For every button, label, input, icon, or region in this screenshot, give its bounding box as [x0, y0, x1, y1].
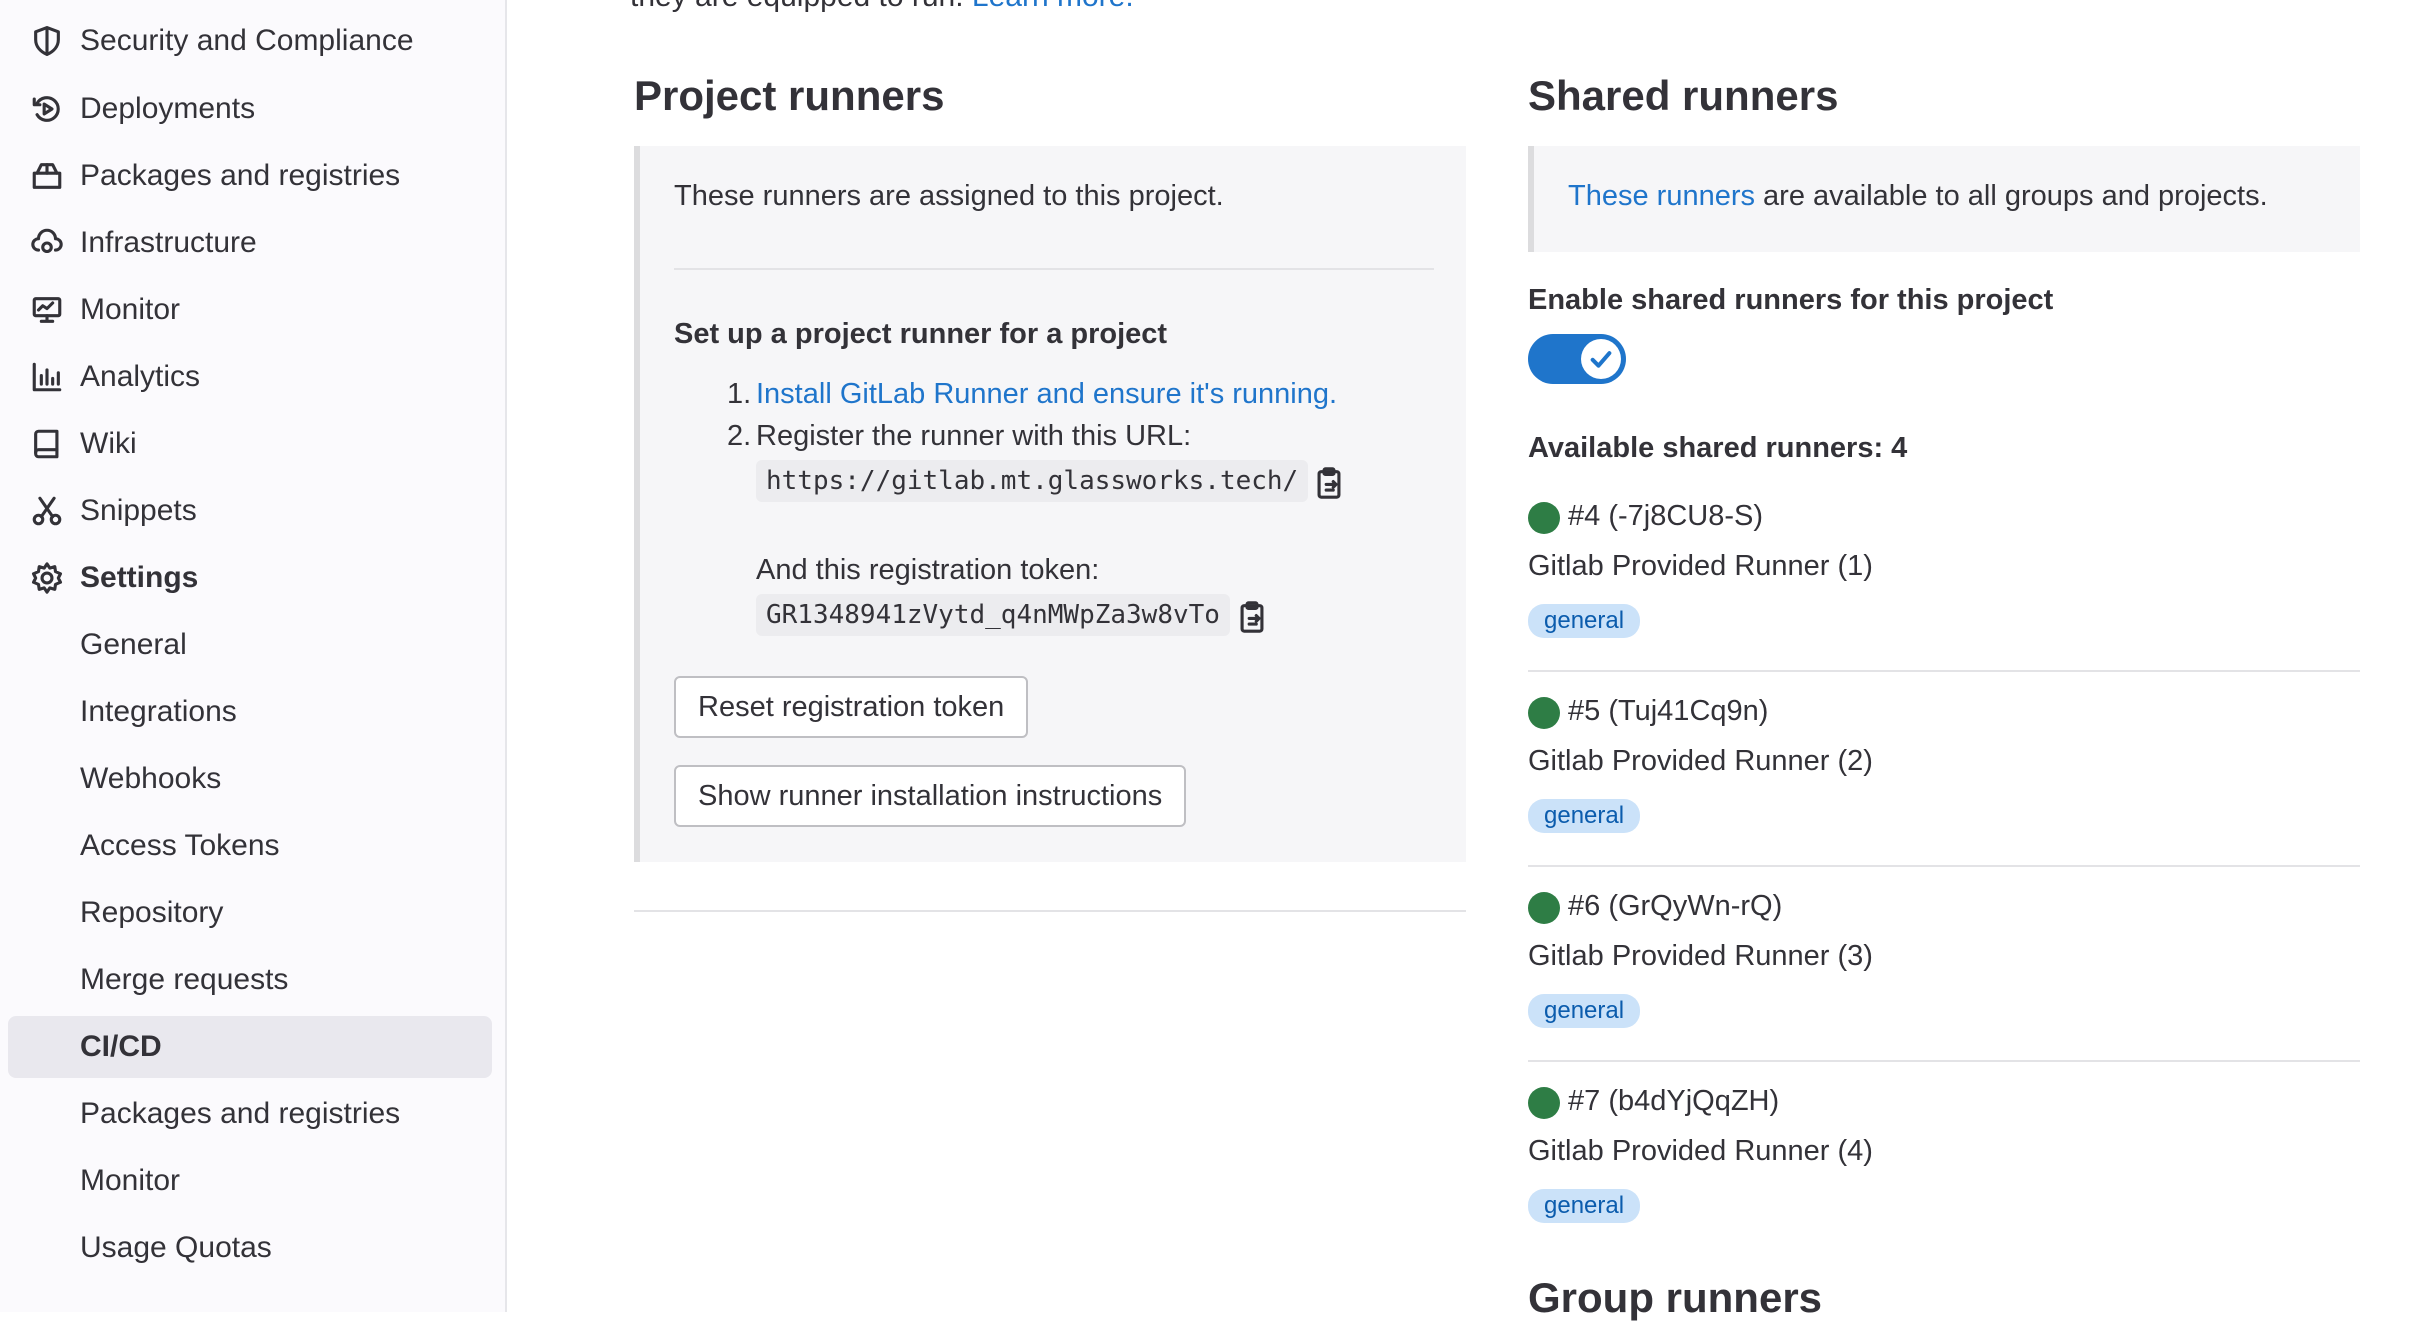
group-runners-title: Group runners [1528, 1274, 1823, 1321]
check-icon [1590, 351, 1612, 368]
runner-item: #5 (Tuj41Cq9n) Gitlab Provided Runner (2… [1528, 695, 2360, 865]
online-status-dot [1528, 1087, 1560, 1119]
section-divider [634, 910, 1466, 912]
shield-icon [30, 24, 64, 58]
step-number: 2. [727, 420, 752, 452]
step-number: 1. [727, 378, 752, 410]
sidebar-item-label: Snippets [80, 494, 197, 527]
sidebar-item-label: Packages and registries [80, 159, 401, 192]
copy-token-icon[interactable] [1237, 600, 1267, 634]
book-icon [30, 427, 64, 461]
online-status-dot [1528, 892, 1560, 924]
toggle-knob [1581, 339, 1621, 379]
sidebar-subitem-merge-requests[interactable]: Merge requests [8, 949, 492, 1011]
sidebar-item-monitor[interactable]: Monitor [8, 279, 492, 341]
sidebar-item-infrastructure[interactable]: Infrastructure [8, 212, 492, 274]
rocket-icon [30, 92, 64, 126]
sidebar: Security and Compliance Deployments Pack… [0, 0, 507, 1312]
tag-badge: general [1528, 1189, 1641, 1223]
runner-url-code: https://gitlab.mt.glassworks.tech/ [756, 460, 1309, 502]
runner-id[interactable]: #7 (b4dYjQqZH) [1568, 1085, 1779, 1118]
runner-name: Gitlab Provided Runner (3) [1528, 940, 1873, 972]
sidebar-item-label: Settings [80, 561, 199, 594]
sidebar-item-label: Deployments [80, 92, 256, 125]
runner-item: #6 (GrQyWn-rQ) Gitlab Provided Runner (3… [1528, 890, 2360, 1060]
chart-icon [30, 360, 64, 394]
runner-name: Gitlab Provided Runner (1) [1528, 550, 1873, 582]
divider [1528, 1060, 2360, 1062]
sidebar-subitem-monitor[interactable]: Monitor [8, 1150, 492, 1212]
sidebar-subitem-webhooks[interactable]: Webhooks [8, 748, 492, 810]
online-status-dot [1528, 502, 1560, 534]
sidebar-item-label: Analytics [80, 360, 201, 393]
sidebar-item-deployments[interactable]: Deployments [8, 78, 492, 140]
runner-id[interactable]: #5 (Tuj41Cq9n) [1568, 695, 1768, 728]
tag-badge: general [1528, 994, 1641, 1028]
available-shared-label: Available shared runners: 4 [1528, 432, 1908, 464]
enable-shared-label: Enable shared runners for this project [1528, 284, 2054, 316]
sidebar-item-settings[interactable]: Settings [8, 547, 492, 609]
package-icon [30, 159, 64, 193]
tag-badge: general [1528, 799, 1641, 833]
online-status-dot [1528, 697, 1560, 729]
cloud-gear-icon [30, 226, 64, 260]
sidebar-item-analytics[interactable]: Analytics [8, 346, 492, 408]
sidebar-subitem-integrations[interactable]: Integrations [8, 681, 492, 743]
sidebar-subitem-repository[interactable]: Repository [8, 882, 492, 944]
runner-name: Gitlab Provided Runner (2) [1528, 745, 1873, 777]
project-runners-title: Project runners [634, 72, 945, 119]
runner-name: Gitlab Provided Runner (4) [1528, 1135, 1873, 1167]
assigned-text: These runners are assigned to this proje… [674, 180, 1224, 212]
divider [1528, 865, 2360, 867]
monitor-icon [30, 293, 64, 327]
sidebar-subitem-access-tokens[interactable]: Access Tokens [8, 815, 492, 877]
copy-url-icon[interactable] [1314, 466, 1344, 500]
sidebar-subitem-packages[interactable]: Packages and registries [8, 1083, 492, 1145]
divider [1528, 670, 2360, 672]
gear-icon [30, 561, 64, 595]
runner-id[interactable]: #4 (-7j8CU8-S) [1568, 500, 1763, 533]
learn-more-link[interactable]: Learn more. [972, 0, 1134, 13]
reset-token-button[interactable]: Reset registration token [674, 676, 1029, 738]
shared-info-text: These runners are available to all group… [1568, 180, 2268, 212]
sidebar-item-label: Monitor [80, 293, 181, 326]
setup-title: Set up a project runner for a project [674, 318, 1168, 350]
sidebar-item-security[interactable]: Security and Compliance [8, 10, 492, 72]
sidebar-item-label: Wiki [80, 427, 137, 460]
install-runner-link[interactable]: Install GitLab Runner and ensure it's ru… [756, 378, 1337, 411]
shared-info-panel: These runners are available to all group… [1528, 146, 2360, 252]
scissors-icon [30, 494, 64, 528]
intro-text: they are equipped to run. Learn more. [630, 0, 1134, 14]
these-runners-link[interactable]: These runners [1568, 180, 1755, 212]
tag-badge: general [1528, 604, 1641, 638]
shared-runners-title: Shared runners [1528, 72, 1839, 119]
token-label: And this registration token: [756, 554, 1100, 586]
sidebar-subitem-cicd[interactable]: CI/CD [8, 1016, 492, 1078]
sidebar-item-label: Infrastructure [80, 226, 257, 259]
sidebar-item-snippets[interactable]: Snippets [8, 480, 492, 542]
sidebar-item-wiki[interactable]: Wiki [8, 413, 492, 475]
divider [674, 268, 1434, 270]
sidebar-item-label: Security and Compliance [80, 24, 414, 57]
register-url-text: Register the runner with this URL: [756, 420, 1192, 452]
show-instructions-button[interactable]: Show runner installation instructions [674, 765, 1187, 827]
sidebar-subitem-usage-quotas[interactable]: Usage Quotas [8, 1217, 492, 1279]
runner-item: #7 (b4dYjQqZH) Gitlab Provided Runner (4… [1528, 1085, 2360, 1255]
registration-token-code: GR1348941zVytd_q4nMWpZa3w8vTo [756, 594, 1230, 636]
project-runners-panel: These runners are assigned to this proje… [634, 146, 1466, 862]
runner-item: #4 (-7j8CU8-S) Gitlab Provided Runner (1… [1528, 500, 2360, 670]
shared-runners-toggle[interactable] [1528, 334, 1626, 384]
runner-id[interactable]: #6 (GrQyWn-rQ) [1568, 890, 1782, 923]
sidebar-item-packages[interactable]: Packages and registries [8, 145, 492, 207]
sidebar-subitem-general[interactable]: General [8, 614, 492, 676]
